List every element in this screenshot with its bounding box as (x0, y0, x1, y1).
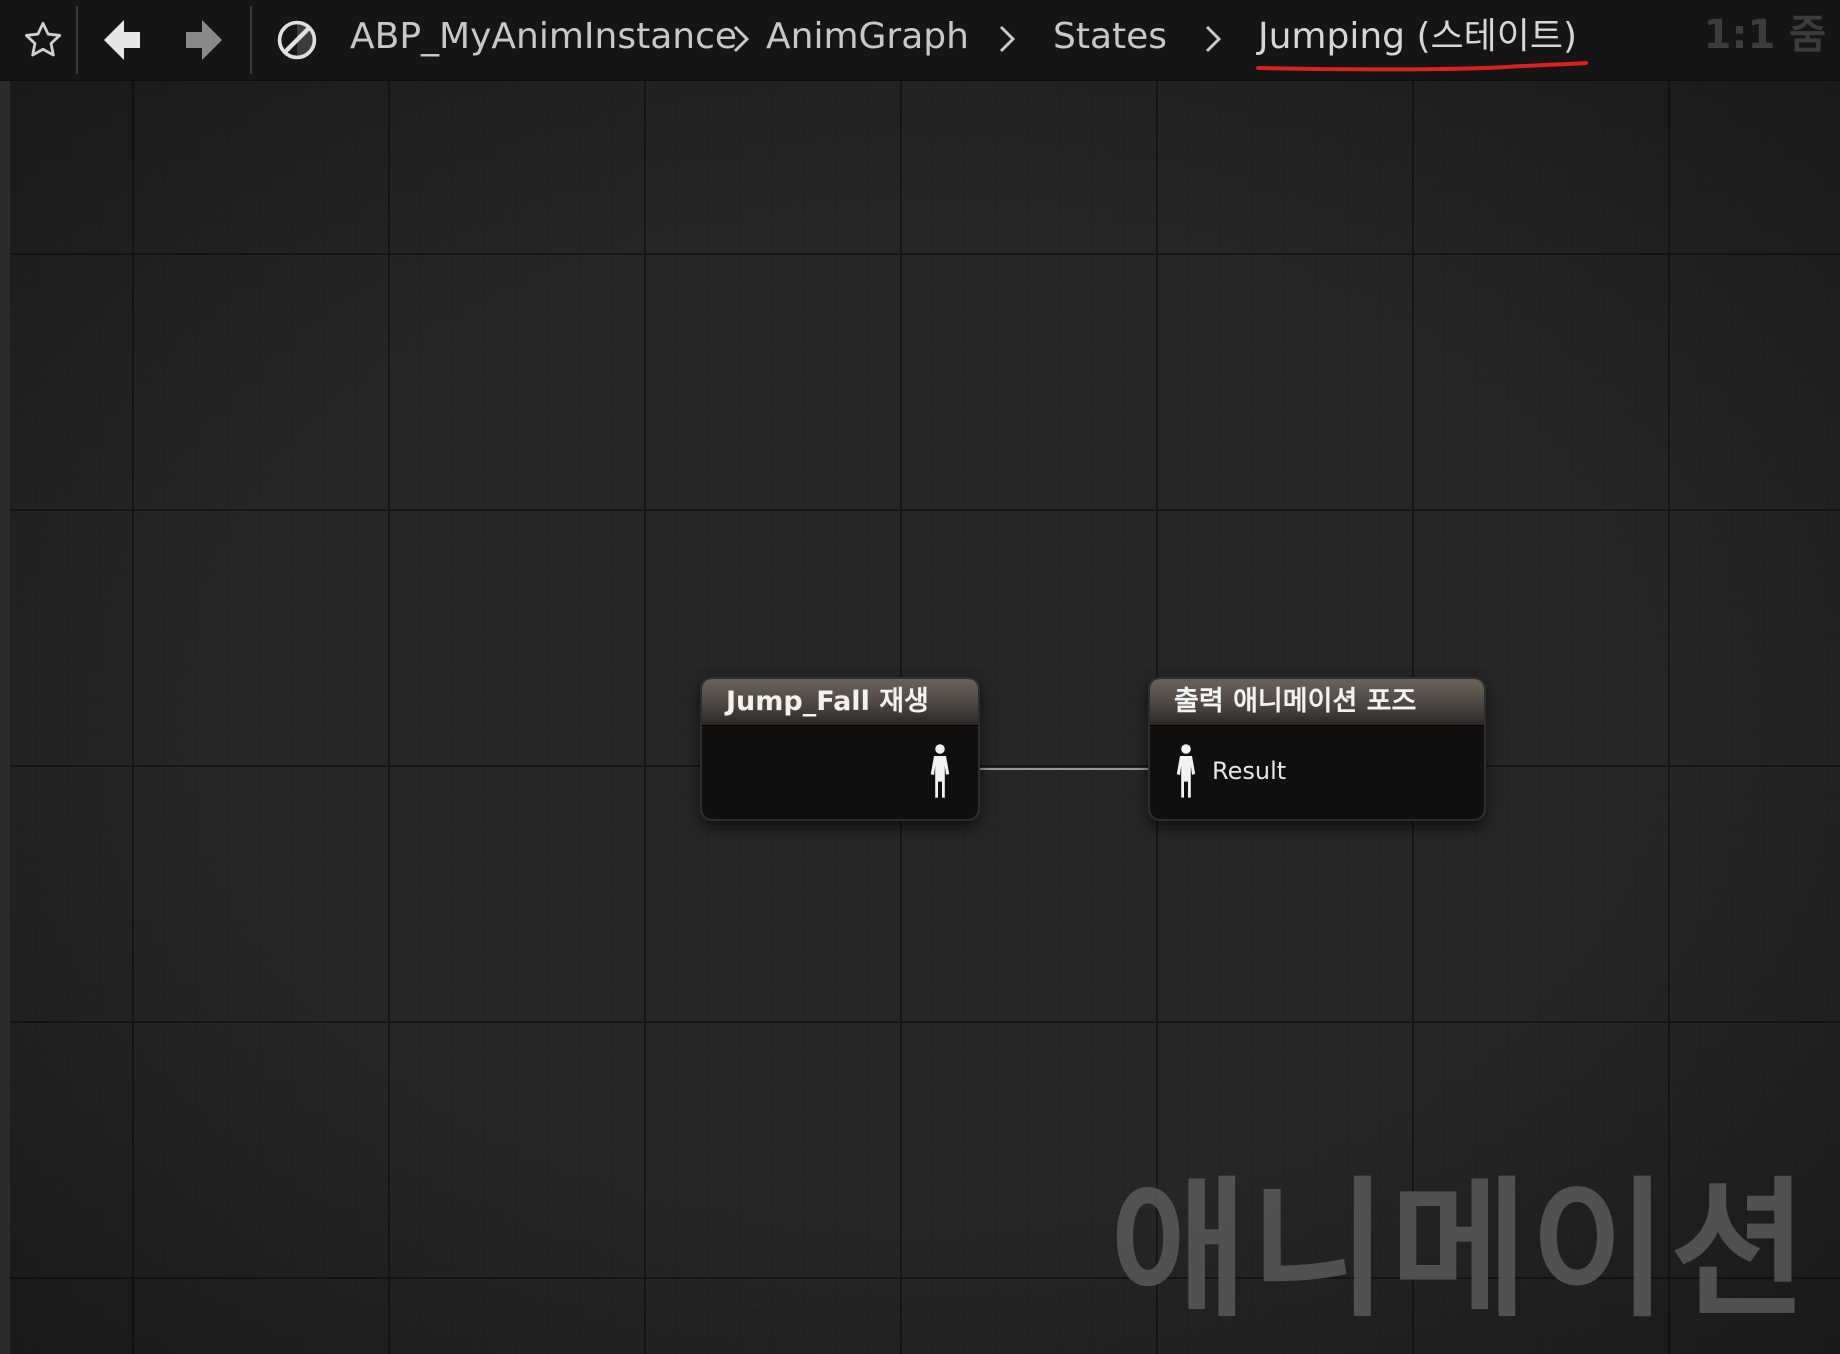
breadcrumb-item-states[interactable]: States (1053, 12, 1167, 62)
breadcrumb-item-anim-instance[interactable]: ABP_MyAnimInstance (350, 12, 737, 62)
pose-connection-wire[interactable] (976, 768, 1148, 770)
output-animation-pose-node[interactable]: 출력 애니메이션 포즈 Result (1148, 677, 1486, 821)
chevron-right-icon (999, 25, 1016, 53)
bookmark-button[interactable] (18, 0, 68, 80)
arrow-left-icon (104, 20, 140, 60)
breadcrumb-item-animgraph[interactable]: AnimGraph (766, 12, 969, 62)
breadcrumb-toolbar: ABP_MyAnimInstance AnimGraph States Jump… (0, 0, 1840, 81)
star-icon (24, 21, 62, 57)
node-title: Jump_Fall 재생 (702, 679, 978, 726)
chevron-right-icon (1205, 25, 1222, 53)
zoom-level-label: 1:1 줌 (1703, 12, 1826, 58)
node-title: 출력 애니메이션 포즈 (1150, 679, 1484, 726)
graph-slash-icon (277, 20, 317, 60)
pose-pin-icon[interactable] (1174, 743, 1198, 799)
forward-button[interactable] (180, 0, 228, 80)
arrow-right-icon (186, 20, 222, 60)
graph-watermark: 애니메이션 (1109, 1164, 1810, 1338)
chevron-right-icon (733, 25, 750, 53)
graph-type-button[interactable] (274, 0, 320, 80)
pose-pin-icon[interactable] (928, 743, 952, 799)
back-button[interactable] (98, 0, 146, 80)
toolbar-separator (250, 6, 252, 74)
red-underline-annotation (1256, 61, 1588, 72)
breadcrumb-item-current-state[interactable]: Jumping (스테이트) (1258, 12, 1577, 62)
result-pin-label: Result (1212, 757, 1287, 785)
play-jump-fall-node[interactable]: Jump_Fall 재생 (700, 677, 980, 821)
toolbar-separator (76, 6, 78, 74)
